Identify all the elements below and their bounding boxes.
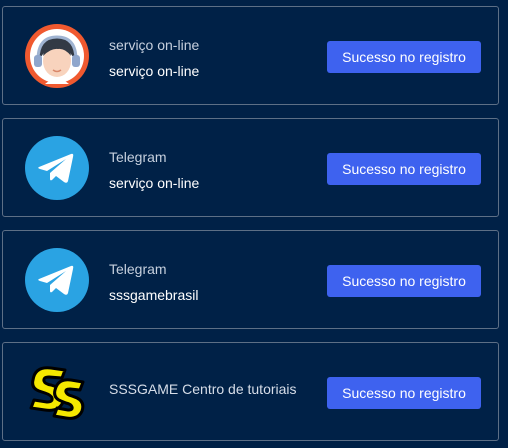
- register-success-button[interactable]: Sucesso no registro: [327, 377, 481, 409]
- contact-card-telegram-service: Telegram serviço on-line Sucesso no regi…: [2, 118, 499, 217]
- contact-channel-label: Telegram: [109, 261, 167, 277]
- contact-channel-label: Telegram: [109, 149, 167, 165]
- contact-account-label: sssgamebrasil: [109, 287, 199, 303]
- contact-text: SSSGAME Centro de tutoriais: [109, 343, 319, 440]
- register-success-button[interactable]: Sucesso no registro: [327, 41, 481, 73]
- register-success-button[interactable]: Sucesso no registro: [327, 153, 481, 185]
- contact-text: Telegram serviço on-line: [109, 119, 319, 216]
- contact-channel-label: SSSGAME Centro de tutoriais: [109, 381, 297, 397]
- contact-channel-label: serviço on-line: [109, 37, 200, 53]
- headset-support-avatar-icon: [25, 24, 89, 88]
- register-success-button[interactable]: Sucesso no registro: [327, 265, 481, 297]
- contact-text: serviço on-line serviço on-line: [109, 7, 319, 104]
- contact-text: Telegram sssgamebrasil: [109, 231, 319, 328]
- sss-logo-icon: [25, 360, 89, 424]
- contact-card-tutorial-center: SSSGAME Centro de tutoriais Sucesso no r…: [2, 342, 499, 441]
- contact-account-label: serviço on-line: [109, 63, 200, 79]
- telegram-icon: [25, 248, 89, 312]
- contact-card-online-service: serviço on-line serviço on-line Sucesso …: [2, 6, 499, 105]
- contact-list: serviço on-line serviço on-line Sucesso …: [0, 0, 508, 448]
- contact-account-label: serviço on-line: [109, 175, 200, 191]
- telegram-icon: [25, 136, 89, 200]
- contact-card-telegram-sssgamebrasil: Telegram sssgamebrasil Sucesso no regist…: [2, 230, 499, 329]
